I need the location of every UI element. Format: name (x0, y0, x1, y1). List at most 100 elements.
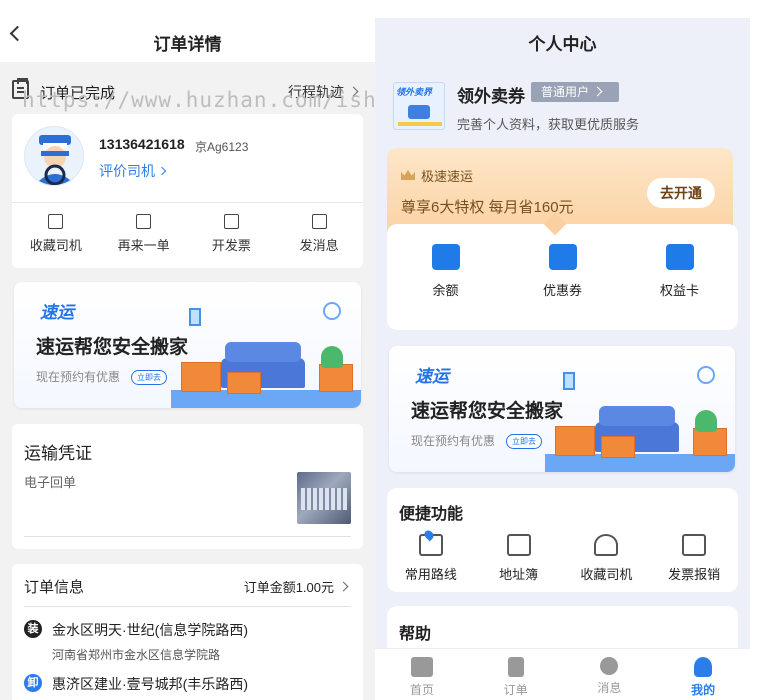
banner-floor (171, 390, 361, 408)
load-badge: 装 (24, 620, 42, 638)
common-routes-button[interactable]: 常用路线 (387, 534, 475, 583)
truck-icon (410, 657, 433, 677)
open-vip-button[interactable]: 去开通 (647, 178, 715, 208)
stop-address: 金水区明天·世纪(信息学院路西) (52, 622, 248, 638)
order-detail-header: 订单详情 (0, 0, 375, 62)
driver-plate: 京Ag6123 (195, 140, 249, 154)
driver-avatar (24, 126, 84, 186)
coupon-button[interactable]: 优惠券 (504, 244, 621, 299)
favorite-drivers-button[interactable]: 收藏司机 (563, 534, 651, 583)
quick-label: 地址簿 (499, 567, 539, 582)
page-title: 个人中心 (528, 35, 597, 54)
user-name: 领外卖券 (457, 87, 525, 106)
receipt-photo[interactable] (297, 472, 351, 524)
stop-address: 惠济区建业·壹号城邦(丰乐路西) (52, 676, 248, 692)
vip-offer: 尊享6大特权 每月省160元 (401, 199, 574, 216)
order-amount-link[interactable]: 订单金额1.00元 (244, 577, 347, 596)
quick-title: 便捷功能 (399, 506, 464, 523)
card-icon (665, 244, 694, 270)
personal-center-screen: 个人中心 领外卖界 领外卖券 普通用户 完善个人资料，获取更优质服务 极速速运 … (375, 18, 750, 700)
action-label: 再来一单 (117, 238, 170, 253)
clock-icon (697, 366, 715, 384)
box-illustration (319, 364, 353, 392)
driver-phone: 13136421618 (99, 136, 185, 152)
transport-title: 运输凭证 (24, 444, 92, 463)
collect-driver-button[interactable]: 收藏司机 (12, 214, 100, 254)
plus-icon (136, 214, 152, 229)
action-label: 开发票 (211, 238, 251, 253)
order-info-title: 订单信息 (24, 579, 85, 596)
address-book-icon (506, 534, 531, 556)
wallet-icon (431, 244, 460, 270)
user-icon (694, 657, 713, 677)
action-label: 发消息 (299, 238, 339, 253)
invoice-reimburse-button[interactable]: 发票报销 (650, 534, 738, 583)
send-message-button[interactable]: 发消息 (275, 214, 363, 254)
wallet-label: 优惠券 (542, 283, 582, 298)
wallet-label: 余额 (432, 283, 459, 298)
action-label: 收藏司机 (29, 238, 82, 253)
tab-mine[interactable]: 我的 (656, 649, 750, 700)
tab-label: 首页 (409, 683, 434, 697)
banner-title: 速运帮您安全搬家 (36, 337, 189, 358)
tab-messages[interactable]: 消息 (563, 649, 657, 700)
wallet-label: 权益卡 (659, 283, 699, 298)
driver-card: 13136421618 京Ag6123 评价司机 收藏司机 再来一单 开发票 发… (12, 114, 363, 268)
reorder-button[interactable]: 再来一单 (100, 214, 188, 254)
rate-driver-link[interactable]: 评价司机 (99, 161, 165, 181)
collect-icon (48, 214, 64, 229)
divider (24, 606, 351, 607)
banner-button[interactable]: 立即去 (506, 434, 542, 449)
profile-hint: 完善个人资料，获取更优质服务 (457, 117, 640, 132)
order-icon (507, 657, 524, 677)
banner-brand: 速运 (40, 303, 74, 322)
quick-label: 常用路线 (404, 567, 457, 582)
banner-floor (545, 454, 735, 472)
tab-label: 消息 (597, 681, 622, 695)
driver-actions: 收藏司机 再来一单 开发票 发消息 (12, 214, 363, 254)
help-title: 帮助 (399, 626, 432, 643)
track-link[interactable]: 行程轨迹 (288, 82, 357, 102)
tab-orders[interactable]: 订单 (469, 649, 563, 700)
plant-illustration (695, 410, 717, 432)
banner-subtitle: 现在预约有优惠 (411, 434, 496, 448)
invoice-button[interactable]: 开发票 (188, 214, 276, 254)
chat-icon (600, 657, 619, 675)
logo-base (398, 122, 442, 126)
tab-label: 我的 (691, 683, 716, 697)
order-status-text: 订单已完成 (40, 85, 116, 102)
receipt-icon (682, 534, 707, 556)
box-illustration (555, 426, 595, 456)
quick-functions-card: 便捷功能 常用路线 地址簿 收藏司机 发票报销 (387, 488, 738, 592)
banner-title: 速运帮您安全搬家 (411, 401, 564, 422)
quick-label: 发票报销 (668, 567, 721, 582)
box-illustration (601, 436, 635, 458)
divider (24, 536, 351, 537)
address-book-button[interactable]: 地址簿 (475, 534, 563, 583)
quick-items: 常用路线 地址簿 收藏司机 发票报销 (387, 534, 738, 583)
moving-banner[interactable]: 速运 速运帮您安全搬家 现在预约有优惠 立即去 (14, 282, 361, 408)
box-illustration (227, 372, 261, 394)
coupon-icon (548, 244, 577, 270)
map-route-icon (418, 534, 443, 556)
logo-text: 领外卖界 (396, 87, 433, 97)
moving-banner[interactable]: 速运 速运帮您安全搬家 现在预约有优惠 立即去 (389, 346, 735, 472)
vip-label: 极速速运 (421, 169, 474, 184)
stop-detail: 河南省郑州市金水区信息学院路 (52, 648, 221, 662)
bottom-tab-bar: 首页 订单 消息 我的 (375, 648, 750, 700)
tab-home[interactable]: 首页 (375, 649, 469, 700)
unload-badge: 卸 (24, 674, 42, 692)
wallet-card: 余额 优惠券 权益卡 (387, 224, 738, 330)
benefit-card-button[interactable]: 权益卡 (621, 244, 738, 299)
invoice-icon (223, 214, 239, 229)
transport-proof-card: 运输凭证 电子回单 (12, 424, 363, 549)
banner-subtitle: 现在预约有优惠 (36, 370, 121, 384)
tab-label: 订单 (503, 683, 528, 697)
divider (12, 202, 363, 203)
transport-subtitle: 电子回单 (24, 475, 77, 490)
user-level-badge[interactable]: 普通用户 (531, 82, 619, 102)
quick-label: 收藏司机 (580, 567, 633, 582)
page-title: 订单详情 (153, 35, 222, 54)
banner-button[interactable]: 立即去 (131, 370, 167, 385)
balance-button[interactable]: 余额 (387, 244, 504, 299)
